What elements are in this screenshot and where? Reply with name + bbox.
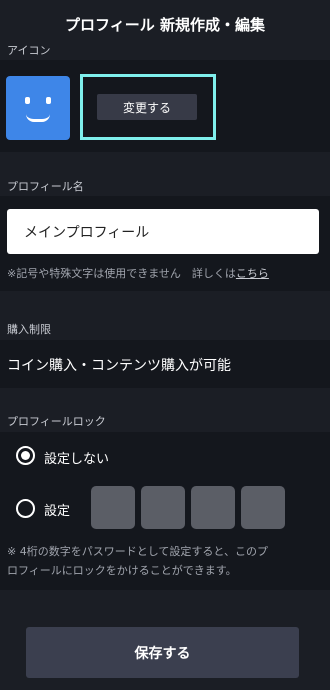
avatar[interactable] bbox=[6, 76, 70, 140]
details-link[interactable]: こちら bbox=[236, 267, 269, 280]
save-button[interactable]: 保存する bbox=[26, 627, 299, 678]
profile-name-value: メインプロフィール bbox=[24, 224, 150, 241]
profile-name-note: ※記号や特殊文字は使用できません 詳しくはこちら bbox=[7, 265, 269, 281]
lock-off-radio[interactable] bbox=[16, 446, 35, 465]
lock-note-line-2: ロフィールにロックをかけることができます。 bbox=[7, 564, 237, 577]
avatar-right-eye bbox=[46, 97, 51, 104]
change-icon-button[interactable]: 変更する bbox=[97, 94, 197, 120]
pin-digit-3[interactable] bbox=[191, 486, 235, 529]
purchase-restriction-value: コイン購入・コンテンツ購入が可能 bbox=[7, 358, 231, 374]
pin-digit-2[interactable] bbox=[141, 486, 185, 529]
profile-name-note-text: ※記号や特殊文字は使用できません 詳しくは bbox=[7, 267, 236, 280]
pin-digit-4[interactable] bbox=[241, 486, 285, 529]
lock-on-radio[interactable] bbox=[16, 499, 35, 518]
page-title: プロフィール 新規作成・編集 bbox=[65, 16, 265, 34]
avatar-left-eye bbox=[25, 97, 30, 104]
lock-note-line-1: ※ 4桁の数字をパスワードとして設定すると、このプ bbox=[7, 545, 268, 558]
lock-off-label[interactable]: 設定しない bbox=[44, 448, 109, 467]
profile-name-field[interactable]: メインプロフィール bbox=[7, 209, 319, 254]
profile-name-label: プロフィール名 bbox=[7, 180, 84, 193]
lock-on-label[interactable]: 設定 bbox=[44, 500, 70, 519]
purchase-restriction-label: 購入制限 bbox=[7, 323, 51, 336]
icon-section-label: アイコン bbox=[7, 44, 51, 57]
profile-lock-label: プロフィールロック bbox=[7, 415, 106, 428]
avatar-smile bbox=[26, 114, 50, 122]
pin-digit-1[interactable] bbox=[91, 486, 135, 529]
